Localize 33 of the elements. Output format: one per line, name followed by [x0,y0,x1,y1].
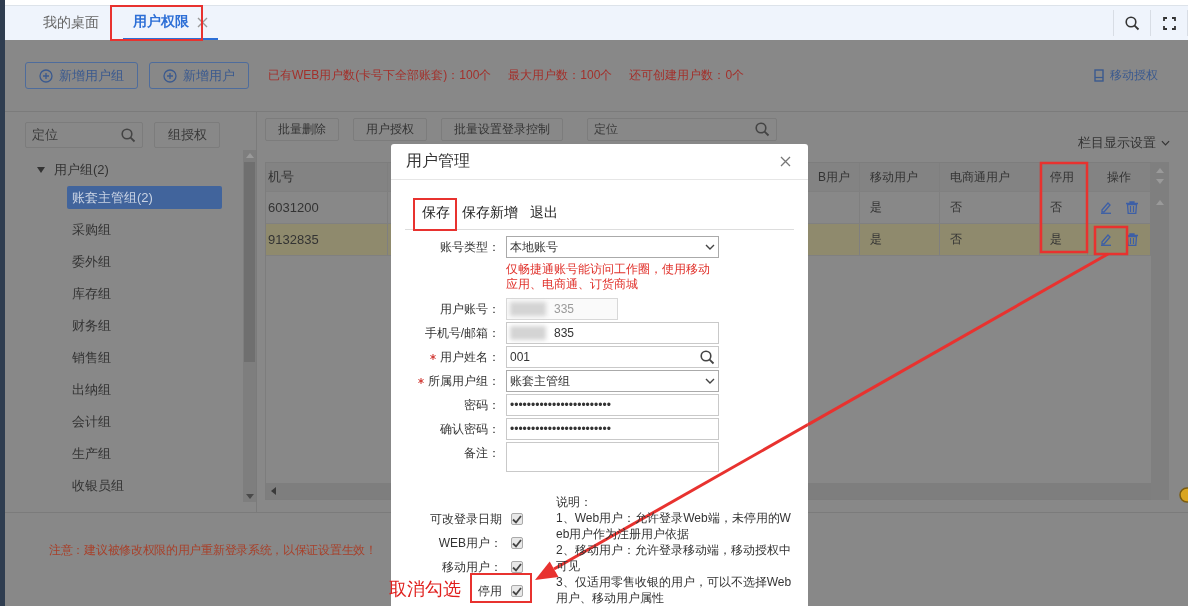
table-cell: 是 [1040,224,1088,255]
stat-text: 还可创建用户数：0个 [629,67,745,84]
column-header: 机号 [266,163,388,191]
warning-text: 注意：建议被修改权限的用户重新登录系统，以保证设置生效！ [49,542,377,559]
table-cell: 是 [860,192,940,223]
column-header: 移动用户 [860,163,940,191]
checkbox-label: WEB用户： [438,534,502,552]
field-label: 密码： [464,397,500,414]
table-cell: 否 [940,192,1040,223]
table-cell: 是 [860,224,940,255]
field-label: 用户姓名： [440,349,500,366]
checkbox-label: 可改登录日期 [430,510,502,528]
column-header: 电商通用户 [940,163,1040,191]
checkbox-label: 移动用户： [442,558,502,576]
field-label: 确认密码： [440,421,500,438]
field-label: 用户账号： [440,301,500,318]
hint-text: 仅畅捷通账号能访问工作圈，使用移动应用、电商通、订货商城 [506,262,711,292]
stat-text: 最大用户数：100个 [508,67,613,84]
table-cell: 否 [1040,192,1088,223]
note-text: 3、仅适用零售收银的用户，可以不选择Web用户、移动用户属性 [556,574,793,606]
table-cell: 9132835 [266,224,388,255]
table-cell: 6031200 [266,192,388,223]
field-label: 手机号/邮箱： [424,325,500,342]
checkbox-label: 停用 [478,582,502,600]
note-text: 说明： [556,494,593,510]
table-cell: 否 [940,224,1040,255]
field-label: 所属用户组： [428,373,500,390]
stat-text: 已有WEB用户数(卡号下全部账套)：100个 [268,67,492,84]
annotation-label: 取消勾选 [389,577,461,601]
field-label: 备注： [464,445,500,462]
dialog-title: 用户管理 [406,151,470,171]
column-header: 停用 [1040,163,1088,191]
field-label: 账号类型： [440,239,500,256]
